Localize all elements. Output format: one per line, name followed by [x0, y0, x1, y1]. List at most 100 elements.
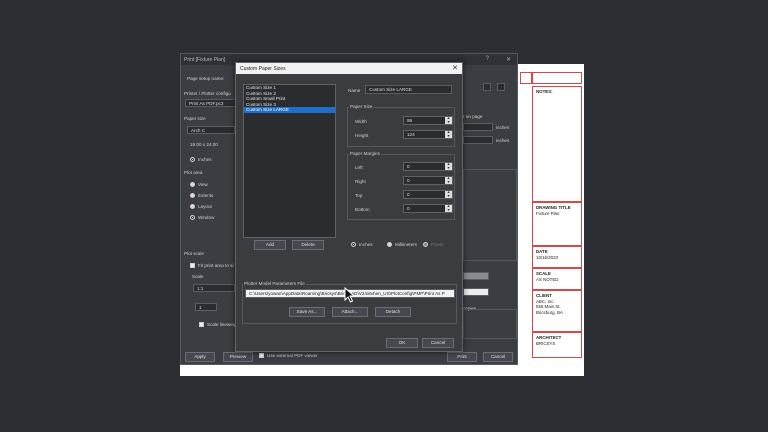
unit-pixels-radio[interactable]: Pixels — [423, 242, 444, 248]
paper-size-select[interactable]: Arch C — [187, 126, 235, 134]
close-icon[interactable]: ✕ — [452, 64, 458, 72]
width-value: 99 — [407, 118, 413, 123]
radio-icon — [423, 242, 428, 248]
width-stepper[interactable]: 99 ▲ ▼ — [403, 116, 453, 125]
paper-size-group — [347, 107, 455, 147]
plot-window-radio[interactable]: Window — [190, 215, 215, 221]
paper-size-list[interactable]: Custom Size 1 Custom Size 2 Custom Small… — [243, 84, 336, 238]
fit-to-paper-checkbox[interactable]: Fit print area to si — [190, 263, 234, 269]
name-input[interactable]: Custom Size LARGE — [365, 85, 452, 94]
scale-value: AS NOTED — [536, 276, 559, 282]
date-cell: DATE 10/16/2023 — [532, 246, 582, 268]
date-value: 10/16/2023 — [536, 254, 558, 260]
stepper-arrows-icon[interactable]: ▲ ▼ — [445, 130, 452, 138]
client-line: Bricsburg, BA — [536, 309, 563, 315]
apply-button[interactable]: Apply — [185, 352, 215, 362]
bottom-margin-label: Bottom — [355, 207, 370, 212]
list-item-selected[interactable]: Custom Size LARGE — [244, 107, 335, 113]
offset-y-input[interactable] — [463, 136, 493, 144]
plot-layout-label: Layout — [198, 204, 212, 209]
client-cell: CLIENT ABC, Inc. 555 Main St. Bricsburg,… — [532, 290, 582, 332]
scale-label: Scale — [192, 274, 204, 279]
titleblock-top-cell — [520, 72, 532, 84]
plot-window-label: Window — [198, 215, 215, 220]
plot-layout-radio[interactable]: Layout — [190, 204, 212, 210]
plot-area-label: Plot area — [184, 170, 203, 175]
printer-select[interactable]: Print As PDF.pc3 — [185, 99, 237, 107]
custom-paper-sizes-titlebar: Custom Paper Sizes ✕ — [236, 63, 462, 74]
plot-scale-label: Plot scale — [184, 251, 204, 256]
architect-value: BRICSYS — [536, 340, 556, 346]
height-value: 124 — [407, 132, 415, 137]
offset-x-unit: inches — [496, 125, 510, 130]
radio-icon — [190, 182, 195, 188]
units-inches-radio[interactable]: Inches — [190, 157, 212, 163]
units-inches-label: Inches — [198, 157, 212, 162]
checkbox-icon — [259, 353, 264, 359]
save-as-button[interactable]: Save As... — [289, 307, 325, 317]
copies-group — [463, 309, 517, 339]
print-dialog-title: Print [Fixture Plan] — [184, 57, 226, 63]
custom-paper-sizes-title: Custom Paper Sizes — [240, 66, 286, 72]
cancel-button[interactable]: Cancel — [422, 338, 454, 348]
stepper-arrows-icon[interactable]: ▲ ▼ — [445, 204, 452, 212]
print-button[interactable]: Print — [447, 352, 477, 362]
drawing-title-value: Fixture Plan — [536, 210, 560, 216]
unit-millimeters-radio[interactable]: Millimeters — [387, 242, 417, 248]
radio-icon — [190, 193, 195, 199]
unit-pixels-label: Pixels — [431, 242, 444, 247]
offset-x-input[interactable] — [463, 123, 493, 131]
scale-number-input[interactable]: 1 — [195, 303, 217, 311]
custom-paper-sizes-dialog: Custom Paper Sizes ✕ Custom Size 1 Custo… — [235, 62, 463, 352]
top-margin-stepper[interactable]: 0 ▲ ▼ — [403, 190, 453, 199]
ok-button[interactable]: OK — [386, 338, 418, 348]
stepper-arrows-icon[interactable]: ▲ ▼ — [445, 190, 452, 198]
architect-cell: ARCHITECT BRICSYS — [532, 332, 582, 358]
quality-select[interactable] — [463, 288, 489, 296]
paper-size-label: Paper size — [184, 116, 206, 121]
radio-icon — [190, 215, 195, 221]
bottom-margin-stepper[interactable]: 0 ▲ ▼ — [403, 204, 453, 213]
help-icon[interactable]: ? — [486, 56, 489, 62]
plot-view-radio[interactable]: View — [190, 182, 208, 188]
attach-button[interactable]: Attach... — [332, 307, 368, 317]
width-label: Width — [355, 119, 367, 124]
height-stepper[interactable]: 124 ▲ ▼ — [403, 130, 453, 139]
mouse-cursor-icon — [344, 287, 356, 303]
height-label: Height — [355, 133, 369, 138]
close-icon[interactable]: ✕ — [506, 56, 511, 63]
print-cancel-button[interactable]: Cancel — [483, 352, 513, 362]
paper-size-group-label: Paper Size — [349, 104, 374, 109]
scale-lineweights-checkbox[interactable]: Scale lineweigh — [199, 322, 239, 328]
unit-millimeters-label: Millimeters — [395, 242, 417, 247]
delete-button[interactable]: Delete — [292, 240, 324, 250]
preview-page-icon[interactable] — [497, 83, 505, 91]
add-button[interactable]: Add — [254, 240, 286, 250]
plot-view-label: View — [198, 182, 208, 187]
unit-inches-radio[interactable]: Inches — [351, 242, 373, 248]
radio-icon — [351, 242, 356, 248]
bottom-margin-value: 0 — [407, 206, 410, 211]
left-margin-label: Left — [355, 165, 363, 170]
use-external-pdf-checkbox[interactable]: Use external PDF viewer — [259, 353, 318, 359]
right-margin-stepper[interactable]: 0 ▲ ▼ — [403, 176, 453, 185]
stepper-arrows-icon[interactable]: ▲ ▼ — [445, 176, 452, 184]
stepper-arrows-icon[interactable]: ▲ ▼ — [445, 162, 452, 170]
top-margin-label: Top — [355, 193, 363, 198]
properties-icon[interactable] — [483, 83, 491, 91]
scale-select[interactable]: 1:1 — [193, 284, 235, 292]
stepper-arrows-icon[interactable]: ▲ ▼ — [445, 116, 452, 124]
left-margin-value: 0 — [407, 164, 410, 169]
right-margin-value: 0 — [407, 178, 410, 183]
plot-extents-radio[interactable]: Extents — [190, 193, 213, 199]
paper-margins-group-label: Paper Margins — [349, 151, 381, 156]
notes-cell: NOTES: — [532, 86, 582, 202]
pmp-group-label: Plotter Model Parameters File — [243, 281, 306, 286]
detach-button[interactable]: Detach — [375, 307, 411, 317]
fit-to-paper-label: Fit print area to si — [198, 263, 234, 268]
shaded-viewport-select[interactable] — [463, 272, 489, 280]
preview-button[interactable]: Preview — [223, 352, 253, 362]
left-margin-stepper[interactable]: 0 ▲ ▼ — [403, 162, 453, 171]
top-margin-value: 0 — [407, 192, 410, 197]
unit-inches-label: Inches — [359, 242, 373, 247]
